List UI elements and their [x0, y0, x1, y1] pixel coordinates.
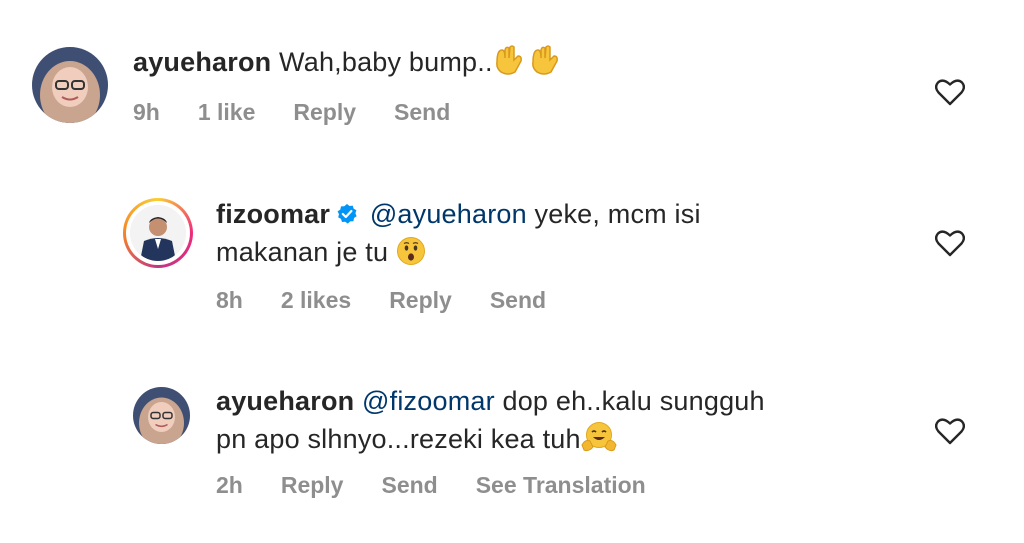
avatar-story-ring[interactable]	[123, 198, 193, 268]
open-hands-emoji	[493, 44, 567, 86]
send-button[interactable]: Send	[394, 99, 450, 125]
reply-button[interactable]: Reply	[389, 287, 452, 313]
comment-username[interactable]: ayueharon	[133, 47, 271, 77]
comment-body-line1: yeke, mcm isi	[534, 199, 701, 229]
comment-3: ayueharon @fizoomar dop eh..kalu sungguh…	[0, 375, 1024, 535]
comment-meta: 9h 1 like Reply Send	[133, 99, 488, 126]
reply-button[interactable]: Reply	[281, 472, 344, 498]
comment-text: ayueharon @fizoomar dop eh..kalu sungguh…	[216, 382, 896, 463]
comment-1: ayueharon Wah,baby bump.. 9h 1 like Reply S…	[0, 0, 1024, 150]
comment-time: 2h	[216, 472, 243, 498]
like-count[interactable]: 2 likes	[281, 287, 351, 313]
send-button[interactable]: Send	[381, 472, 437, 498]
heart-icon[interactable]	[935, 417, 965, 445]
comment-text: ayueharon Wah,baby bump..	[133, 43, 567, 86]
comment-username[interactable]: fizoomar	[216, 199, 330, 229]
reply-button[interactable]: Reply	[293, 99, 356, 125]
comment-body: Wah,baby bump..	[279, 47, 493, 77]
comment-meta: 2h Reply Send See Translation	[216, 472, 684, 499]
comment-meta: 8h 2 likes Reply Send	[216, 287, 584, 314]
avatar[interactable]	[133, 387, 190, 444]
comment-time: 9h	[133, 99, 160, 125]
avatar	[130, 205, 186, 261]
send-button[interactable]: Send	[490, 287, 546, 313]
hushed-face-emoji	[396, 236, 426, 276]
comment-time: 8h	[216, 287, 243, 313]
comment-body-line2: makanan je tu	[216, 237, 389, 267]
heart-icon[interactable]	[935, 78, 965, 106]
comment-body-line2: pn apo slhnyo...rezeki kea tuh	[216, 424, 581, 454]
comment-username[interactable]: ayueharon	[216, 386, 354, 416]
heart-icon[interactable]	[935, 229, 965, 257]
like-count[interactable]: 1 like	[198, 99, 256, 125]
avatar-image	[32, 47, 108, 123]
hugging-face-emoji	[581, 421, 617, 463]
avatar-image	[130, 205, 186, 261]
avatar[interactable]	[32, 47, 108, 123]
avatar-image	[133, 387, 190, 444]
verified-badge-icon	[337, 204, 357, 224]
see-translation-button[interactable]: See Translation	[476, 472, 646, 498]
comment-text: fizoomar @ayueharon yeke, mcm isi makana…	[216, 195, 836, 276]
mention-link[interactable]: @fizoomar	[362, 386, 495, 416]
comment-body-line1: dop eh..kalu sungguh	[502, 386, 765, 416]
mention-link[interactable]: @ayueharon	[370, 199, 527, 229]
comment-2: fizoomar @ayueharon yeke, mcm isi makana…	[0, 190, 1024, 340]
